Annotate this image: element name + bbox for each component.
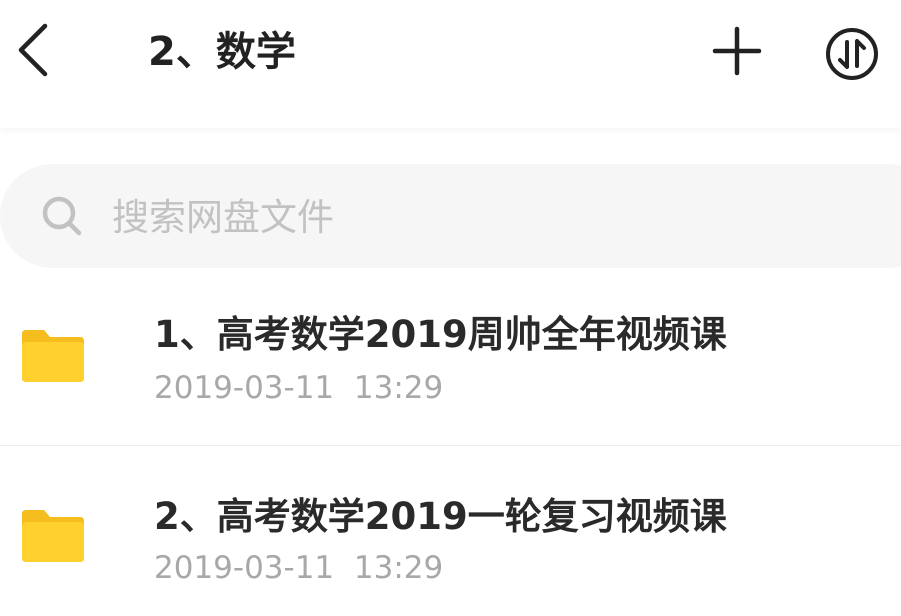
sort-arrows-circle-icon bbox=[826, 28, 878, 80]
file-name: 2、高考数学2019一轮复习视频课 bbox=[154, 495, 727, 538]
search-bar[interactable] bbox=[0, 164, 901, 268]
chevron-left-icon bbox=[18, 23, 48, 77]
file-date: 2019-03-11 bbox=[154, 370, 335, 406]
folder-icon bbox=[22, 330, 84, 382]
list-item[interactable]: 2、高考数学2019一轮复习视频课 2019-03-11 13:29 bbox=[0, 446, 901, 616]
top-bar: 2、数学 bbox=[0, 0, 901, 128]
search-input[interactable] bbox=[112, 192, 812, 242]
back-button[interactable] bbox=[8, 20, 58, 80]
file-modified: 2019-03-11 13:29 bbox=[154, 548, 443, 588]
file-name: 1、高考数学2019周帅全年视频课 bbox=[154, 313, 727, 356]
sort-button[interactable] bbox=[824, 26, 880, 82]
list-divider bbox=[0, 445, 901, 446]
plus-icon bbox=[712, 26, 762, 76]
add-button[interactable] bbox=[710, 24, 764, 78]
search-icon bbox=[42, 196, 82, 236]
file-modified: 2019-03-11 13:29 bbox=[154, 368, 443, 408]
file-time: 13:29 bbox=[353, 550, 444, 586]
file-list: 1、高考数学2019周帅全年视频课 2019-03-11 13:29 2、高考数… bbox=[0, 268, 901, 616]
list-item[interactable]: 1、高考数学2019周帅全年视频课 2019-03-11 13:29 bbox=[0, 268, 901, 446]
file-date: 2019-03-11 bbox=[154, 550, 335, 586]
netdisk-folder-screen: 2、数学 搜索网盘文件 1、高考数学2019周帅全年视频课 2019-03-11… bbox=[0, 0, 901, 616]
file-time: 13:29 bbox=[353, 370, 444, 406]
page-title: 2、数学 bbox=[148, 29, 296, 75]
folder-icon bbox=[22, 510, 84, 562]
